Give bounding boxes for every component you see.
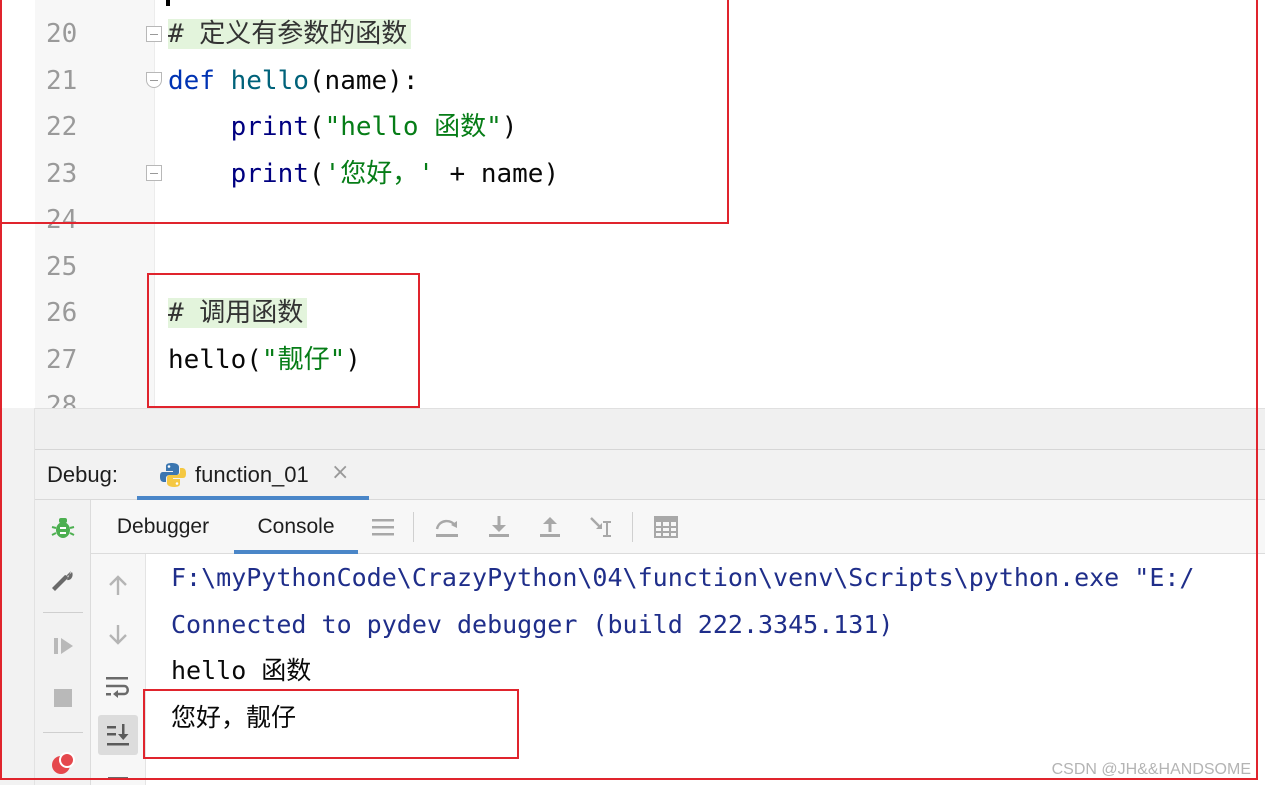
toolbar-separator [413, 512, 414, 542]
code-line[interactable]: 27 hello("靓仔") [0, 337, 1265, 383]
line-number: 27 [46, 344, 78, 375]
print-icon[interactable] [103, 766, 133, 785]
code-token: ( [308, 158, 325, 189]
arrow-up-icon[interactable] [103, 570, 133, 600]
code-text: print("hello 函数") [168, 104, 518, 150]
line-number: 21 [46, 65, 78, 96]
fold-marker-icon[interactable] [146, 26, 162, 42]
code-token: ) [501, 112, 518, 142]
console-output[interactable]: F:\myPythonCode\CrazyPython\04\function\… [146, 554, 1265, 785]
fold-marker-icon[interactable] [146, 72, 162, 88]
console-line: 您好，靓仔 [171, 702, 297, 732]
code-line[interactable]: 23 print('您好，' + name) [0, 151, 1265, 197]
step-over-icon[interactable] [433, 513, 461, 541]
code-token: def [168, 65, 215, 96]
stop-icon[interactable] [49, 684, 77, 712]
close-icon[interactable]: × [331, 460, 349, 485]
debug-toolwindow-header: Debug: function_01 × [35, 450, 1265, 500]
caret-mark [166, 0, 170, 6]
code-text: # 调用函数 [168, 290, 308, 336]
breakpoints-icon[interactable] [49, 750, 77, 778]
console-toolbar [91, 554, 146, 785]
tab-debugger[interactable]: Debugger [103, 500, 223, 554]
line-number: 24 [46, 205, 78, 235]
arrow-down-icon[interactable] [103, 620, 133, 650]
line-number: 22 [46, 112, 78, 142]
code-line[interactable]: 25 [0, 244, 1265, 290]
toolbar-separator [632, 512, 633, 542]
line-number: 26 [46, 298, 78, 328]
code-line[interactable]: 24 [0, 197, 1265, 243]
debug-label: Debug: [47, 462, 118, 487]
fold-marker-icon[interactable] [146, 165, 162, 181]
toolbar-divider [43, 612, 83, 613]
run-config-tab-label: function_01 [195, 462, 309, 487]
python-icon [159, 462, 187, 488]
console-line: Connected to pydev debugger (build 222.3… [171, 609, 894, 639]
code-line[interactable]: 22 print("hello 函数") [0, 104, 1265, 150]
resume-icon[interactable] [49, 632, 77, 660]
code-token: ( [308, 112, 325, 142]
code-token: hello [230, 65, 309, 96]
code-text: hello("靓仔") [168, 337, 361, 383]
line-number: 20 [46, 19, 78, 49]
code-token: "靓仔" [261, 344, 346, 375]
code-token: "hello 函数" [324, 112, 502, 142]
code-token: (name): [308, 65, 419, 96]
code-token: '您好，' [324, 158, 434, 189]
toolbar-divider [43, 732, 83, 733]
code-token: hello( [168, 344, 262, 375]
code-line[interactable]: 21 def hello(name): [0, 58, 1265, 104]
code-token: print [230, 112, 309, 142]
watermark: CSDN @JH&&HANDSOME [1051, 761, 1251, 778]
run-to-cursor-icon[interactable] [587, 513, 615, 541]
editor-bottom-bar [35, 408, 1265, 450]
tab-console[interactable]: Console [234, 500, 358, 554]
code-text: # 定义有参数的函数 [168, 11, 412, 57]
console-line: F:\myPythonCode\CrazyPython\04\function\… [171, 563, 1195, 592]
console-line: hello 函数 [171, 656, 312, 685]
code-token: print [230, 158, 309, 189]
code-editor[interactable]: 20 # 定义有参数的函数 21 def hello(name): 22 print("… [0, 0, 1265, 408]
scroll-to-end-icon[interactable] [98, 715, 138, 755]
bug-icon[interactable] [49, 514, 77, 542]
line-number: 25 [46, 251, 78, 282]
code-token: # 调用函数 [168, 298, 308, 328]
step-into-icon[interactable] [485, 513, 513, 541]
evaluate-expression-icon[interactable] [652, 513, 680, 541]
code-line[interactable]: 26 # 调用函数 [0, 290, 1265, 336]
code-token: ) [345, 344, 361, 375]
code-token: + name) [433, 158, 560, 189]
code-text: print('您好，' + name) [168, 151, 559, 197]
run-config-tab[interactable]: function_01 × [137, 450, 369, 500]
code-line[interactable]: 28 [0, 383, 1265, 408]
code-token: # 定义有参数的函数 [168, 19, 412, 49]
debug-subtabs: Debugger Console [91, 500, 1265, 554]
wrench-icon[interactable] [49, 566, 77, 594]
step-out-icon[interactable] [536, 513, 564, 541]
debug-side-toolbar [35, 500, 91, 785]
line-number: 23 [46, 158, 78, 189]
menu-lines-icon[interactable] [369, 513, 397, 541]
line-number: 28 [46, 391, 78, 408]
code-text: def hello(name): [168, 58, 418, 104]
code-line[interactable]: 20 # 定义有参数的函数 [0, 11, 1265, 57]
soft-wrap-icon[interactable] [103, 672, 133, 702]
